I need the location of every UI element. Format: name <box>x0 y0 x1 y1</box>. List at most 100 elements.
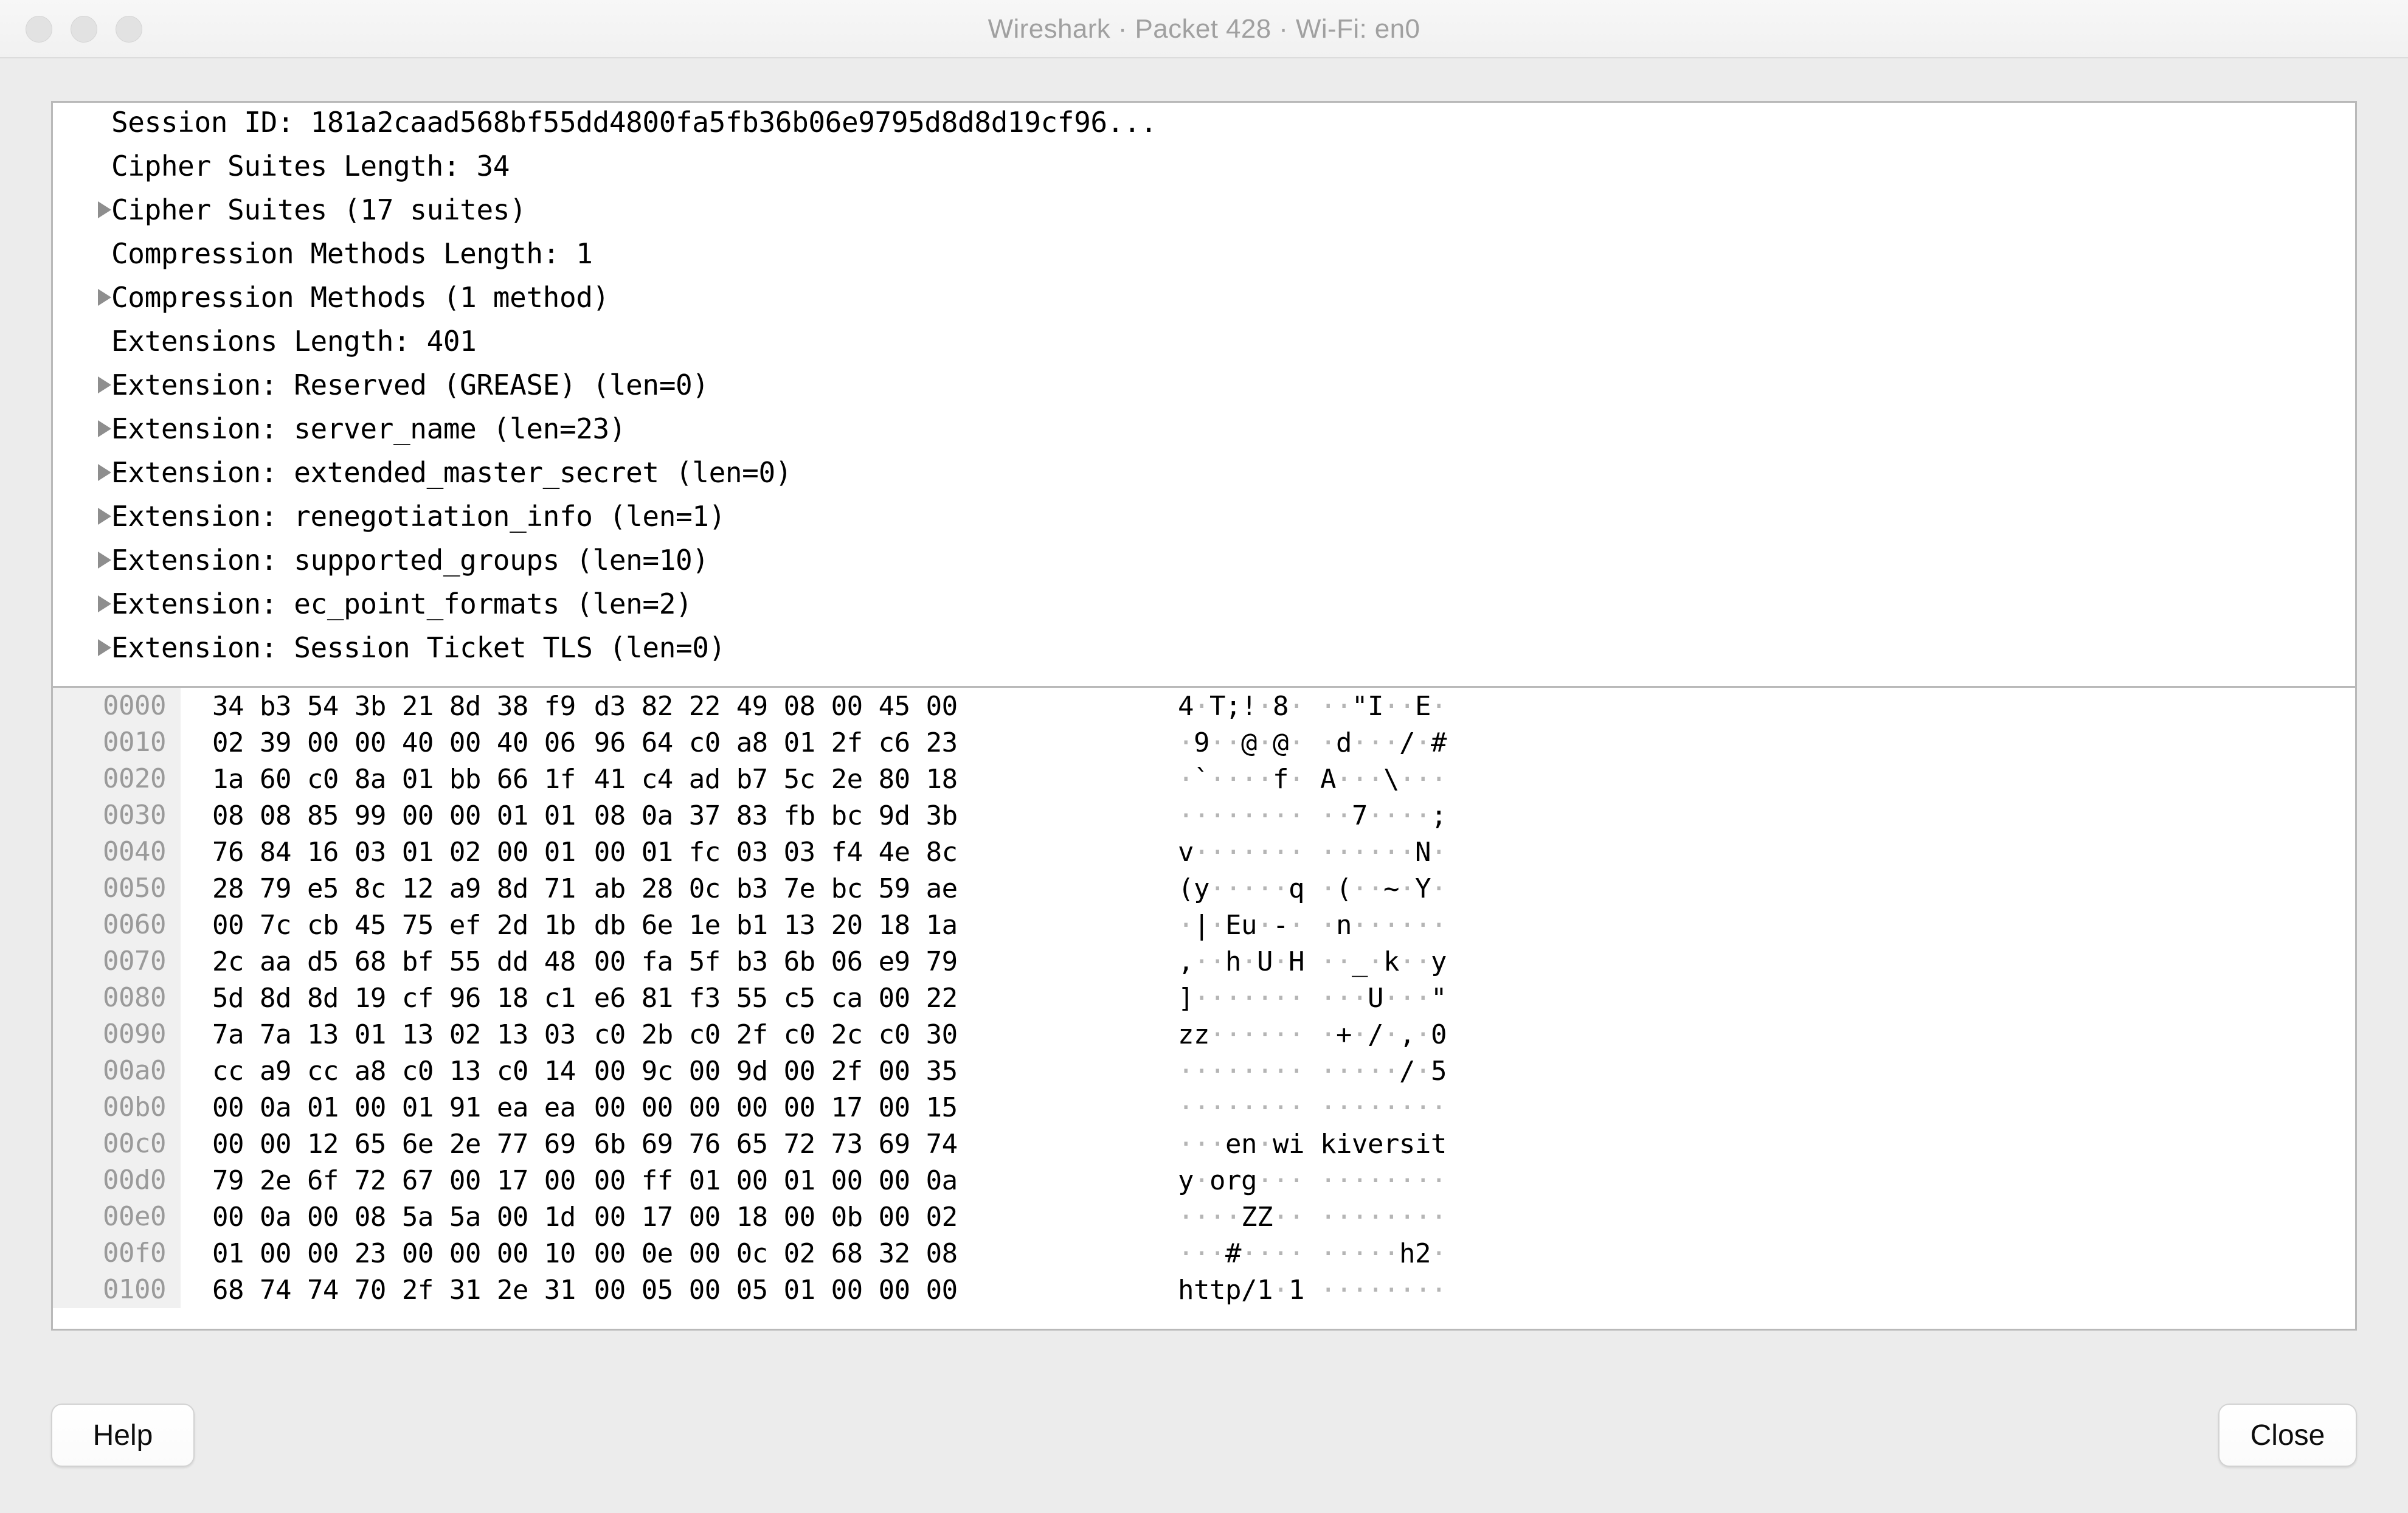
tree-row-label: Cipher Suites Length: 34 <box>111 150 510 182</box>
hex-dump-row[interactable]: 00c0 00 00 12 65 6e 2e 77 69 6b 69 76 65 7… <box>53 1126 2355 1162</box>
hex-ascii-cell: (y·····q ·(··~·Y· <box>1178 873 1447 904</box>
disclosure-triangle-icon[interactable] <box>53 201 111 218</box>
hex-offset-label: 00c0 <box>53 1126 181 1162</box>
hex-offset-label: 0050 <box>53 870 181 907</box>
hex-offset-label: 0070 <box>53 943 181 980</box>
tree-row-label: Extension: server_name (len=23) <box>111 412 626 445</box>
hex-ascii-cell: 4·T;!·8· ··"I··E· <box>1178 690 1447 722</box>
tree-row-label: Cipher Suites (17 suites) <box>111 193 527 226</box>
hex-dump-row[interactable]: 0070 2c aa d5 68 bf 55 dd 48 00 fa 5f b3 6… <box>53 943 2355 980</box>
hex-dump-row[interactable]: 0050 28 79 e5 8c 12 a9 8d 71 ab 28 0c b3 7… <box>53 870 2355 907</box>
hex-bytes-cell: 7a 7a 13 01 13 02 13 03 c0 2b c0 2f c0 2c… <box>212 1019 958 1050</box>
hex-offset-label: 0100 <box>53 1272 181 1308</box>
hex-offset-label: 00b0 <box>53 1089 181 1126</box>
hex-offset-label: 0010 <box>53 724 181 761</box>
disclosure-triangle-icon[interactable] <box>53 464 111 481</box>
window-title: Wireshark · Packet 428 · Wi-Fi: en0 <box>988 14 1420 44</box>
hex-dump-row[interactable]: 00a0 cc a9 cc a8 c0 13 c0 14 00 9c 00 9d 0… <box>53 1053 2355 1089</box>
hex-ascii-cell: v······· ······N· <box>1178 836 1447 868</box>
hex-offset-label: 00a0 <box>53 1053 181 1089</box>
window-titlebar: Wireshark · Packet 428 · Wi-Fi: en0 <box>0 0 2408 58</box>
hex-bytes-cell: cc a9 cc a8 c0 13 c0 14 00 9c 00 9d 00 2f… <box>212 1055 958 1087</box>
hex-dump-row[interactable]: 0020 1a 60 c0 8a 01 bb 66 1f 41 c4 ad b7 5… <box>53 761 2355 797</box>
hex-bytes-cell: 5d 8d 8d 19 cf 96 18 c1 e6 81 f3 55 c5 ca… <box>212 982 958 1014</box>
disclosure-triangle-icon[interactable] <box>53 639 111 656</box>
hex-ascii-cell: ·9··@·@· ·d···/·# <box>1178 727 1447 758</box>
hex-dump-row[interactable]: 0060 00 7c cb 45 75 ef 2d 1b db 6e 1e b1 1… <box>53 907 2355 943</box>
hex-dump-row[interactable]: 00b0 00 0a 01 00 01 91 ea ea 00 00 00 00 0… <box>53 1089 2355 1126</box>
disclosure-triangle-icon[interactable] <box>53 420 111 437</box>
hex-offset-label: 0060 <box>53 907 181 943</box>
tree-row-label: Compression Methods (1 method) <box>111 281 609 314</box>
hex-bytes-cell: 76 84 16 03 01 02 00 01 00 01 fc 03 03 f4… <box>212 836 958 868</box>
hex-ascii-cell: ········ ·····/·5 <box>1178 1055 1447 1087</box>
tree-row[interactable]: Extension: supported_groups (len=10) <box>53 538 2355 582</box>
hex-offset-label: 0030 <box>53 797 181 834</box>
hex-dump-row[interactable]: 0000 34 b3 54 3b 21 8d 38 f9 d3 82 22 49 0… <box>53 688 2355 724</box>
disclosure-triangle-icon[interactable] <box>53 289 111 306</box>
help-button[interactable]: Help <box>51 1404 195 1467</box>
hex-offset-label: 0020 <box>53 761 181 797</box>
tree-row[interactable]: Compression Methods (1 method) <box>53 275 2355 319</box>
hex-ascii-cell: ········ ··7····; <box>1178 800 1447 831</box>
hex-dump-row[interactable]: 0080 5d 8d 8d 19 cf 96 18 c1 e6 81 f3 55 c… <box>53 980 2355 1016</box>
tree-row[interactable]: Extensions Length: 401 <box>53 319 2355 363</box>
tree-row-label: Extension: ec_point_formats (len=2) <box>111 587 693 620</box>
tree-row[interactable]: Extension: extended_master_secret (len=0… <box>53 451 2355 494</box>
hex-ascii-cell: zz······ ·+·/·,·0 <box>1178 1019 1447 1050</box>
tree-row-label: Extension: extended_master_secret (len=0… <box>111 456 792 489</box>
disclosure-triangle-icon[interactable] <box>53 508 111 525</box>
dialog-content: Session ID: 181a2caad568bf55dd4800fa5fb3… <box>0 60 2408 1513</box>
hex-bytes-cell: 1a 60 c0 8a 01 bb 66 1f 41 c4 ad b7 5c 2e… <box>212 763 958 795</box>
tree-row[interactable]: Extension: server_name (len=23) <box>53 407 2355 451</box>
packet-detail-tree-list: Session ID: 181a2caad568bf55dd4800fa5fb3… <box>53 103 2355 670</box>
tree-row-label: Session ID: 181a2caad568bf55dd4800fa5fb3… <box>111 106 1157 139</box>
hex-dump-row[interactable]: 00e0 00 0a 00 08 5a 5a 00 1d 00 17 00 18 0… <box>53 1199 2355 1235</box>
hex-offset-label: 00f0 <box>53 1235 181 1272</box>
packet-bytes-hex-pane[interactable]: 0000 34 b3 54 3b 21 8d 38 f9 d3 82 22 49 0… <box>51 686 2357 1331</box>
packet-detail-tree-pane[interactable]: Session ID: 181a2caad568bf55dd4800fa5fb3… <box>51 101 2357 703</box>
hex-ascii-cell: y·org··· ········ <box>1178 1165 1447 1196</box>
tree-row[interactable]: Cipher Suites Length: 34 <box>53 144 2355 188</box>
hex-bytes-cell: 00 7c cb 45 75 ef 2d 1b db 6e 1e b1 13 20… <box>212 909 958 941</box>
tree-row-label: Extension: Reserved (GREASE) (len=0) <box>111 369 709 401</box>
hex-bytes-cell: 2c aa d5 68 bf 55 dd 48 00 fa 5f b3 6b 06… <box>212 946 958 977</box>
disclosure-triangle-icon[interactable] <box>53 552 111 569</box>
hex-offset-label: 00d0 <box>53 1162 181 1199</box>
hex-bytes-cell: 02 39 00 00 40 00 40 06 96 64 c0 a8 01 2f… <box>212 727 958 758</box>
hex-bytes-cell: 01 00 00 23 00 00 00 10 00 0e 00 0c 02 68… <box>212 1238 958 1269</box>
tree-row[interactable]: Extension: Session Ticket TLS (len=0) <box>53 626 2355 670</box>
hex-ascii-cell: ···#···· ·····h2· <box>1178 1238 1447 1269</box>
hex-dump-row[interactable]: 0100 68 74 74 70 2f 31 2e 31 00 05 00 05 0… <box>53 1272 2355 1308</box>
hex-dump-row[interactable]: 0010 02 39 00 00 40 00 40 06 96 64 c0 a8 0… <box>53 724 2355 761</box>
tree-row-label: Compression Methods Length: 1 <box>111 237 593 270</box>
disclosure-triangle-icon[interactable] <box>53 376 111 393</box>
tree-row[interactable]: Extension: renegotiation_info (len=1) <box>53 494 2355 538</box>
tree-row-label: Extensions Length: 401 <box>111 325 477 358</box>
hex-ascii-cell: ]······· ···U···" <box>1178 982 1447 1014</box>
hex-bytes-cell: 34 b3 54 3b 21 8d 38 f9 d3 82 22 49 08 00… <box>212 690 958 722</box>
hex-dump-row[interactable]: 0030 08 08 85 99 00 00 01 01 08 0a 37 83 f… <box>53 797 2355 834</box>
hex-ascii-cell: ····ZZ·· ········ <box>1178 1201 1447 1233</box>
hex-dump-row[interactable]: 0040 76 84 16 03 01 02 00 01 00 01 fc 03 0… <box>53 834 2355 870</box>
hex-dump-row[interactable]: 00f0 01 00 00 23 00 00 00 10 00 0e 00 0c 0… <box>53 1235 2355 1272</box>
tree-row[interactable]: Session ID: 181a2caad568bf55dd4800fa5fb3… <box>53 103 2355 144</box>
hex-bytes-cell: 00 0a 01 00 01 91 ea ea 00 00 00 00 00 17… <box>212 1092 958 1123</box>
hex-dump-row[interactable]: 0090 7a 7a 13 01 13 02 13 03 c0 2b c0 2f c… <box>53 1016 2355 1053</box>
hex-ascii-cell: ,··h·U·H ··_·k··y <box>1178 946 1447 977</box>
tree-row[interactable]: Compression Methods Length: 1 <box>53 232 2355 275</box>
hex-ascii-cell: ·`····f· A···\··· <box>1178 763 1447 795</box>
hex-ascii-cell: ···en·wi kiversit <box>1178 1128 1447 1160</box>
tree-row-label: Extension: supported_groups (len=10) <box>111 544 709 576</box>
hex-offset-label: 0040 <box>53 834 181 870</box>
hex-offset-label: 0000 <box>53 688 181 724</box>
hex-bytes-cell: 00 00 12 65 6e 2e 77 69 6b 69 76 65 72 73… <box>212 1128 958 1160</box>
tree-row[interactable]: Extension: ec_point_formats (len=2) <box>53 582 2355 626</box>
tree-row[interactable]: Cipher Suites (17 suites) <box>53 188 2355 232</box>
close-button[interactable]: Close <box>2218 1404 2357 1467</box>
tree-row[interactable]: Extension: Reserved (GREASE) (len=0) <box>53 363 2355 407</box>
hex-ascii-cell: http/1·1 ········ <box>1178 1274 1447 1306</box>
hex-dump-row[interactable]: 00d0 79 2e 6f 72 67 00 17 00 00 ff 01 00 0… <box>53 1162 2355 1199</box>
hex-bytes-cell: 00 0a 00 08 5a 5a 00 1d 00 17 00 18 00 0b… <box>212 1201 958 1233</box>
disclosure-triangle-icon[interactable] <box>53 595 111 612</box>
